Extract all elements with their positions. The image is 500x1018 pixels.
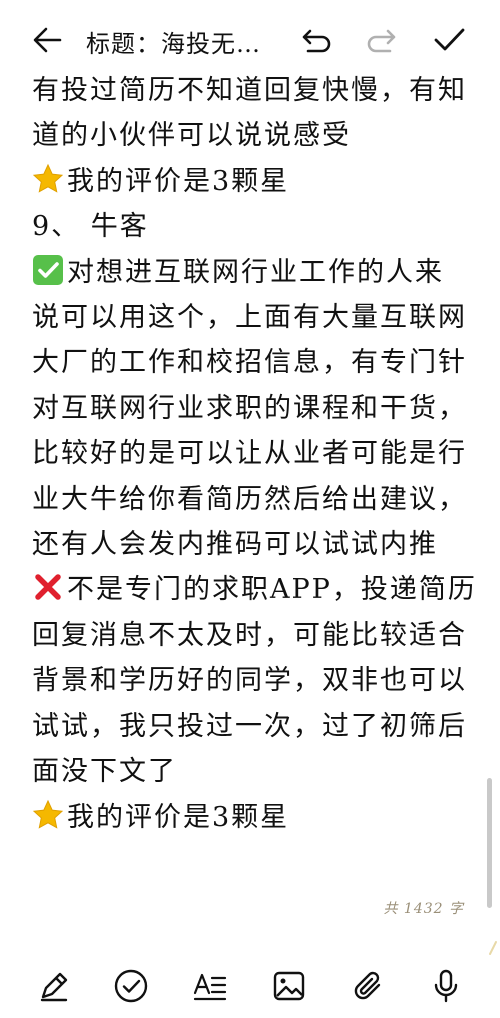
text-line: 背景和学历好的同学，双非也可以: [32, 665, 467, 697]
top-bar: 标题：海投无…: [0, 0, 500, 78]
text-line: 比较好的是可以让从业者可能是行: [32, 438, 467, 470]
bottom-toolbar: [0, 960, 500, 1018]
back-arrow-icon[interactable]: [30, 22, 66, 58]
image-icon[interactable]: [269, 966, 309, 1006]
checklist-icon[interactable]: [111, 966, 151, 1006]
word-count: 共 1432 字: [383, 901, 464, 917]
pen-icon[interactable]: [34, 966, 74, 1006]
text-line: 有投过简历不知道回复快慢，有知: [32, 75, 467, 106]
attachment-icon[interactable]: [349, 966, 389, 1006]
redo-icon[interactable]: [364, 22, 400, 58]
text-line: 对互联网行业求职的课程和干货，: [32, 392, 467, 424]
text-line: 大厂的工作和校招信息，有专门针: [32, 347, 467, 379]
note-body[interactable]: 有投过简历不知道回复快慢，有知 道的小伙伴可以说说感受 我的评价是3颗星 9、 …: [32, 68, 475, 840]
text-line: 业大牛给你看简历然后给出建议，: [32, 483, 467, 515]
text-line: 我的评价是3颗星: [32, 159, 472, 204]
check-mark-emoji: [32, 254, 64, 286]
checkmark-icon[interactable]: [430, 22, 468, 58]
text-line: 面没下文了: [32, 756, 177, 788]
star-emoji: [32, 799, 64, 831]
text-line: 还有人会发内推码可以试试内推: [32, 529, 438, 561]
text-line: 我的评价是3颗星: [32, 795, 472, 840]
text-line: 试试，我只投过一次，过了初筛后: [32, 710, 467, 742]
note-title[interactable]: 标题：海投无…: [86, 24, 261, 59]
undo-icon[interactable]: [298, 22, 334, 58]
scrollbar[interactable]: [487, 778, 492, 908]
resize-handle-icon: [488, 940, 498, 956]
text-line: 9、 牛客: [32, 211, 149, 243]
microphone-icon[interactable]: [426, 966, 466, 1006]
text-line: 不是专门的求职APP，投递简历: [32, 567, 475, 612]
text-line: 道的小伙伴可以说说感受: [32, 120, 351, 152]
text-line: 对想进互联网行业工作的人来: [32, 250, 472, 295]
star-emoji: [32, 163, 64, 195]
cross-mark-emoji: [32, 571, 64, 603]
text-line: 回复消息不太及时，可能比较适合: [32, 619, 467, 651]
text-line: 说可以用这个，上面有大量互联网: [32, 302, 467, 334]
text-format-icon[interactable]: [190, 966, 230, 1006]
